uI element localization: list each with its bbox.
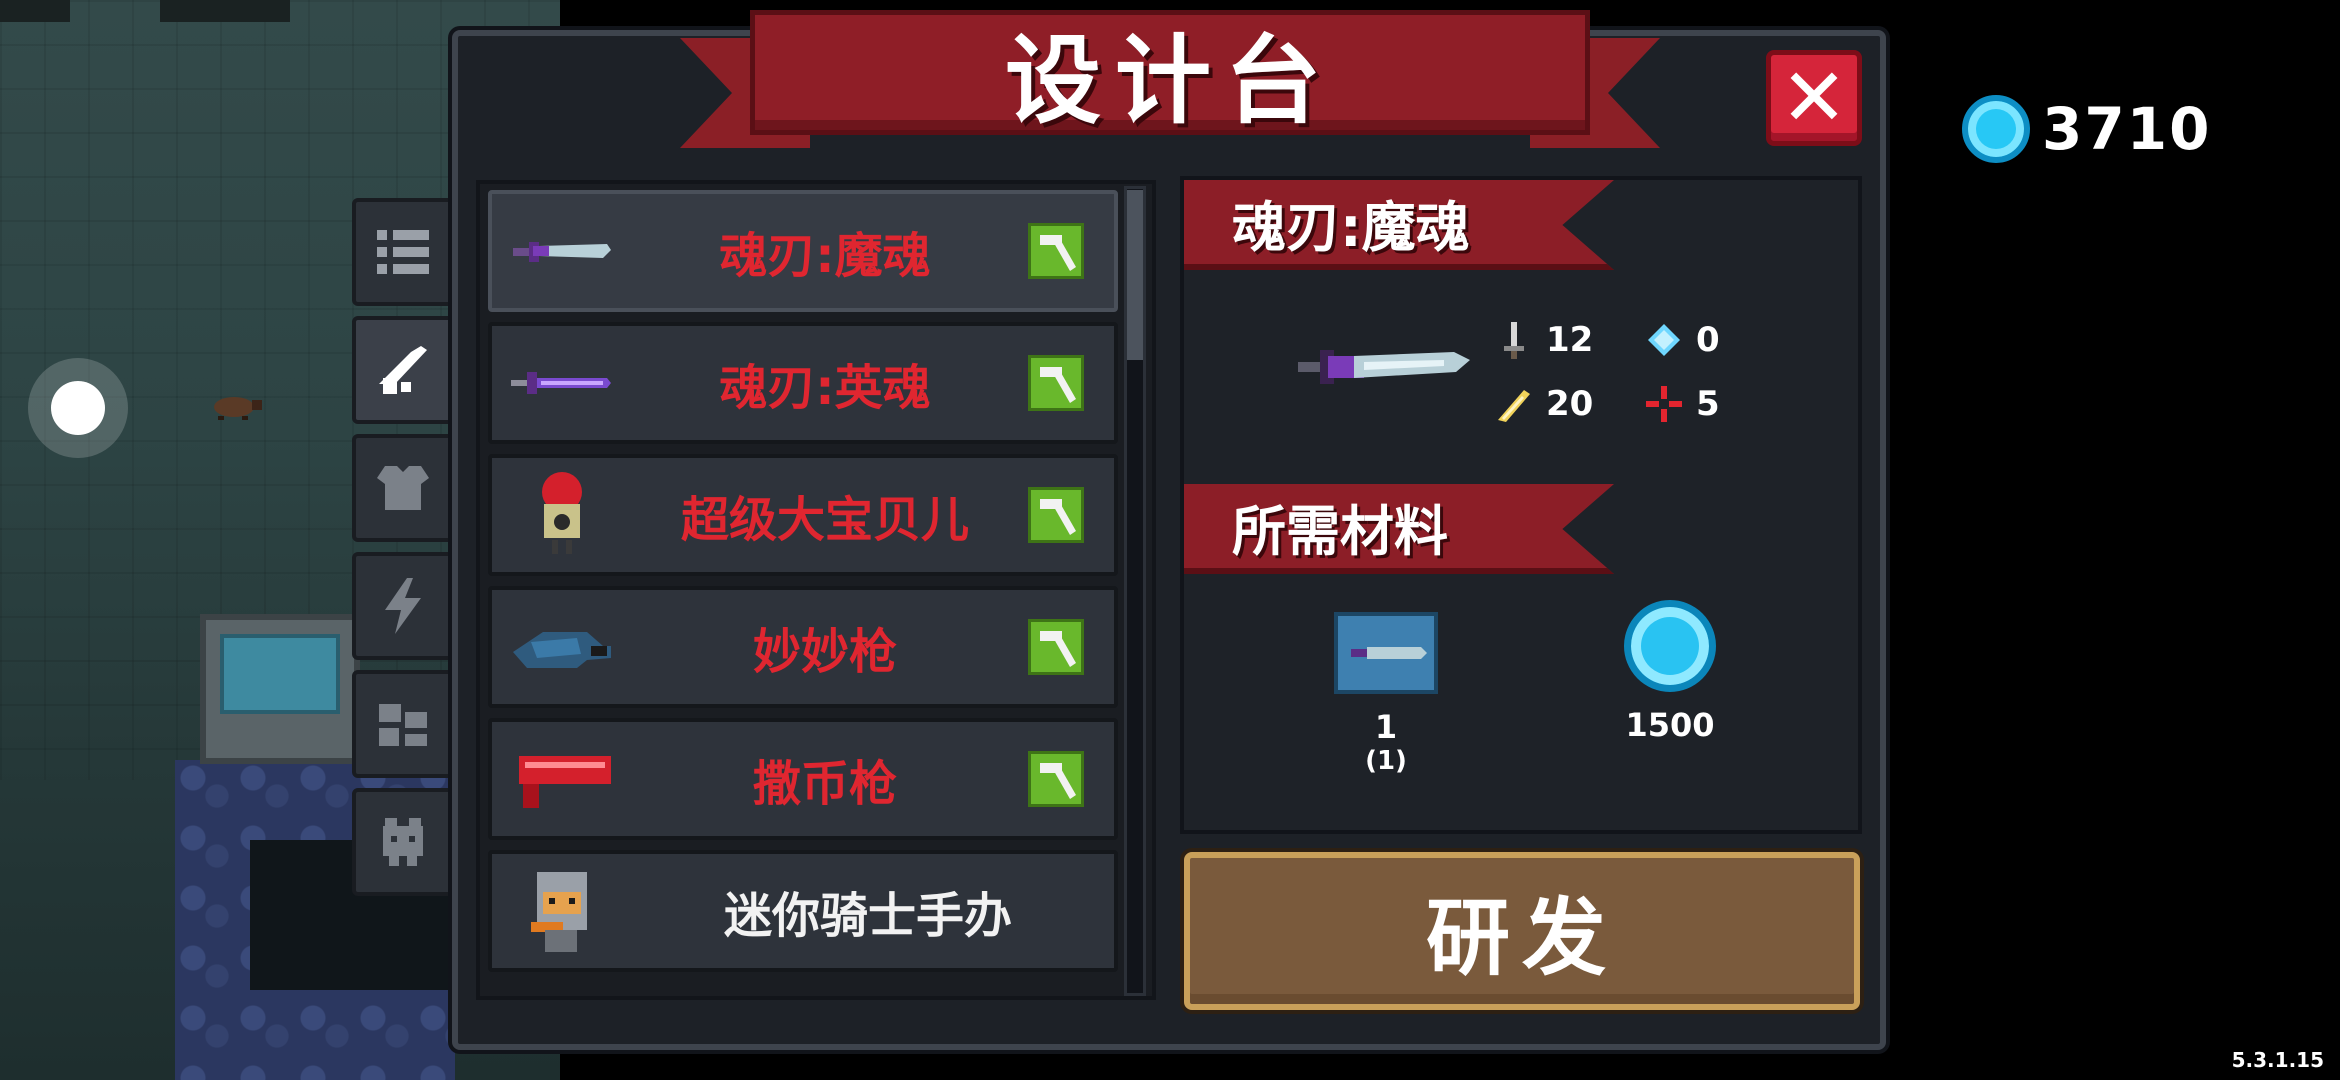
scroll-thumb[interactable] [1127,190,1143,360]
crosshair-icon [1646,386,1682,422]
close-icon: ✕ [1780,51,1848,144]
materials-list: 1 (1) 1500 [1184,600,1858,800]
machine-icon [379,704,427,746]
tab-pets[interactable] [352,788,454,896]
recipe-name: 超级大宝贝儿 [680,492,969,548]
stat-crit: 20 [1494,384,1593,424]
stat-precision: 5 [1644,384,1720,424]
wall-segment [160,0,290,22]
hammer-icon [1028,355,1084,411]
pet-icon [383,818,423,866]
gem-counter: 3710 [1962,92,2211,166]
damage-icon [1504,322,1524,359]
weapon-preview-icon [1298,350,1470,384]
knight-figure-icon [502,861,622,961]
hammer-icon [1028,487,1084,543]
weapon-name-banner: 魂刃:魔魂 [1184,180,1614,270]
recipe-name: 撒币枪 [752,756,897,812]
armor-icon [377,466,429,510]
develop-button[interactable]: 研发 [1184,852,1860,1010]
title-banner: 设计台 [680,10,1660,155]
red-gun-icon [502,729,622,829]
energy-value: 0 [1696,320,1720,360]
lightning-icon [385,578,421,634]
gem-count: 3710 [2042,95,2212,163]
wall-segment [0,0,70,22]
sword-icon [502,201,622,301]
gem-cost: 1500 [1625,706,1715,744]
hammer-icon [1028,619,1084,675]
recipe-name: 妙妙枪 [752,624,897,680]
blueprint-count: 1 [1374,708,1398,746]
version-label: 5.3.1.15 [2231,1048,2324,1072]
material-gems: 1500 [1624,600,1716,744]
tab-armor[interactable] [352,434,454,542]
stat-damage: 12 [1494,320,1593,360]
develop-label: 研发 [1425,888,1618,987]
category-tabs [352,198,454,906]
precision-value: 5 [1696,384,1720,424]
robot-icon [502,465,622,565]
recipe-name: 魂刃:魔魂 [719,228,931,284]
recipe-name: 迷你骑士手办 [723,888,1012,944]
recipe-item[interactable]: 魂刃:魔魂 [488,190,1118,312]
recipe-item[interactable]: 迷你骑士手办 [488,850,1118,972]
detail-panel: 魂刃:魔魂 12 0 20 5 所需材料 1 (1) 1500 [1180,176,1862,834]
materials-title: 所需材料 [1232,499,1448,563]
tab-weapons[interactable] [352,316,454,424]
recipe-item[interactable]: 魂刃:英魂 [488,322,1118,444]
crit-icon [1498,390,1530,422]
hammer-icon [1028,751,1084,807]
terminal-screen [220,634,340,714]
recipe-item[interactable]: 妙妙枪 [488,586,1118,708]
recipe-item[interactable]: 超级大宝贝儿 [488,454,1118,576]
recipe-name: 魂刃:英魂 [719,360,931,416]
title-ribbon: 设计台 [750,10,1590,137]
joystick[interactable] [28,358,128,458]
close-button[interactable]: ✕ [1766,50,1862,146]
gem-icon [1962,95,2030,163]
joystick-knob[interactable] [51,381,105,435]
energy-icon [1648,324,1680,356]
page-title: 设计台 [1005,25,1335,137]
blueprint-icon [1334,612,1438,694]
design-terminal [200,614,360,764]
recipe-item[interactable]: 撒币枪 [488,718,1118,840]
blueprint-owned: (1) [1365,746,1407,776]
weapon-icon [379,346,427,394]
weapon-name: 魂刃:魔魂 [1232,195,1470,259]
tab-skills[interactable] [352,552,454,660]
hammer-icon [1028,223,1084,279]
sword-icon [502,333,622,433]
gun-icon [502,597,622,697]
recipe-list[interactable]: 魂刃:魔魂 魂刃:英魂 超级大宝贝儿 妙妙枪 撒币枪 迷你骑士手办 [476,180,1156,1000]
tab-list[interactable] [352,198,454,306]
materials-banner: 所需材料 [1184,484,1614,574]
tab-machines[interactable] [352,670,454,778]
stat-energy: 0 [1644,320,1720,360]
gem-coin-icon [1624,600,1716,692]
list-icon [377,230,429,274]
damage-value: 12 [1546,320,1594,360]
beetle-enemy-icon [214,397,262,420]
material-blueprint: 1 (1) [1334,612,1438,776]
crit-value: 20 [1546,384,1594,424]
